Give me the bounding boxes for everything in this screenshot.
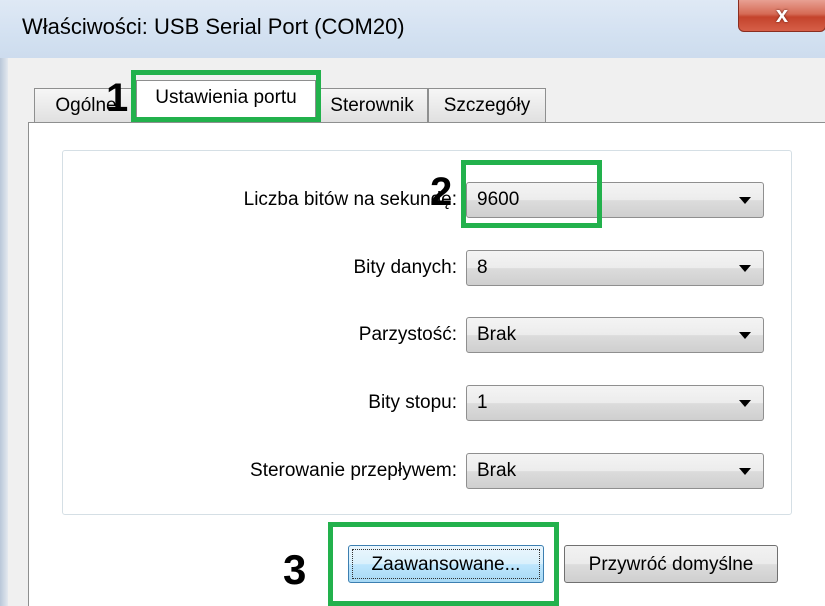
- chevron-down-icon: [739, 197, 751, 204]
- parity-value: Brak: [477, 324, 517, 345]
- chevron-down-icon: [739, 400, 751, 407]
- annotation-number-3: 3: [283, 546, 307, 593]
- close-icon: x: [775, 2, 789, 27]
- annotation-number-1: 1: [106, 76, 129, 120]
- flow-control-label: Sterowanie przepływem:: [250, 460, 457, 481]
- close-button[interactable]: x: [738, 0, 825, 32]
- tab-driver[interactable]: Sterownik: [316, 88, 428, 122]
- restore-defaults-button[interactable]: Przywróć domyślne: [564, 545, 778, 583]
- tab-label: Szczegóły: [443, 95, 531, 116]
- parity-select[interactable]: Brak: [466, 317, 764, 353]
- tab-details[interactable]: Szczegóły: [428, 88, 546, 122]
- annotation-box-3: [328, 522, 559, 606]
- parity-label: Parzystość:: [358, 324, 457, 345]
- chevron-down-icon: [739, 468, 751, 475]
- annotation-box-1: [131, 70, 321, 122]
- restore-defaults-label: Przywróć domyślne: [588, 554, 754, 575]
- annotation-number-2: 2: [430, 170, 453, 214]
- data-bits-label: Bity danych:: [353, 257, 458, 278]
- flow-control-select[interactable]: Brak: [466, 453, 764, 489]
- window-title: Właściwości: USB Serial Port (COM20): [22, 14, 405, 39]
- chevron-down-icon: [739, 265, 751, 272]
- tab-label: Sterownik: [330, 95, 414, 116]
- window-border: [0, 58, 8, 606]
- chevron-down-icon: [739, 332, 751, 339]
- stop-bits-label: Bity stopu:: [368, 392, 457, 413]
- properties-dialog: Właściwości: USB Serial Port (COM20) x O…: [0, 0, 825, 606]
- title-bar[interactable]: Właściwości: USB Serial Port (COM20) x: [0, 0, 825, 58]
- flow-control-value: Brak: [477, 460, 517, 481]
- annotation-box-2: [461, 160, 602, 228]
- data-bits-value: 8: [477, 257, 488, 278]
- data-bits-select[interactable]: 8: [466, 250, 764, 286]
- stop-bits-select[interactable]: 1: [466, 385, 764, 421]
- baud-rate-label: Liczba bitów na sekundę:: [243, 189, 457, 210]
- stop-bits-value: 1: [477, 392, 488, 413]
